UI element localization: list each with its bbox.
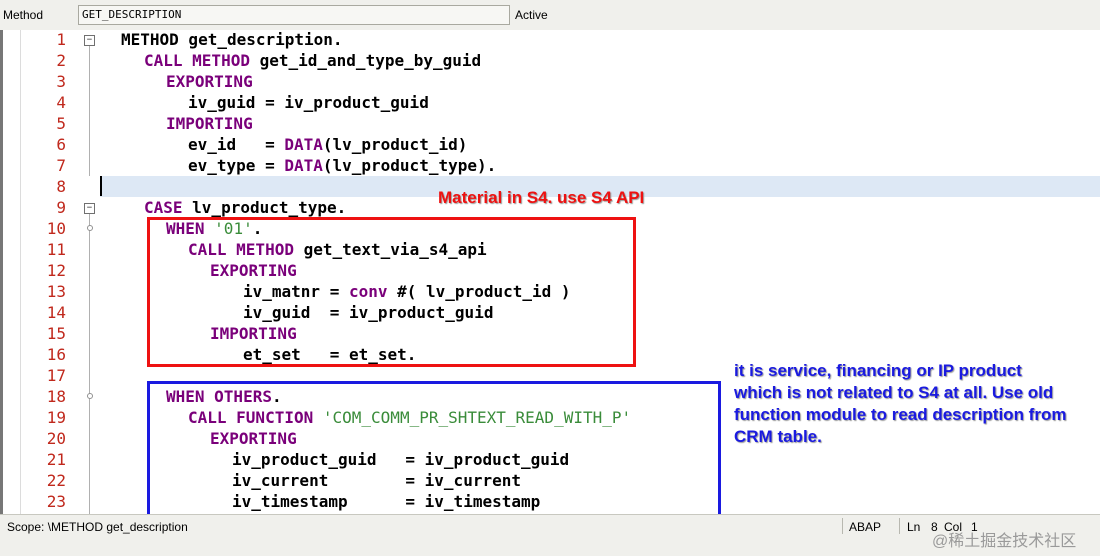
method-label: Method <box>3 8 44 22</box>
line-number: 14 <box>46 303 66 322</box>
code-line-1: METHOD get_description. <box>121 29 343 50</box>
annotation-red-note: Material in S4. use S4 API <box>438 188 645 207</box>
activation-status: Active <box>515 8 548 22</box>
annotation-blue-note: it is service, financing or IP product w… <box>734 361 1067 446</box>
method-header-bar: Method GET_DESCRIPTION Active <box>0 0 1100 31</box>
keyword: IMPORTING <box>166 114 253 133</box>
fold-guide <box>89 46 90 176</box>
code-text: ev_id = <box>188 135 285 154</box>
scope-indicator: Scope: \METHOD get_description <box>7 520 188 534</box>
text-cursor <box>100 176 102 196</box>
fold-guide <box>89 214 90 514</box>
line-number: 18 <box>46 387 66 406</box>
code-line-2: CALL METHOD get_id_and_type_by_guid <box>144 50 481 71</box>
line-number: 6 <box>56 135 66 154</box>
line-number: 22 <box>46 471 66 490</box>
code-text: (lv_product_type). <box>322 156 497 175</box>
line-number: 21 <box>46 450 66 469</box>
keyword: EXPORTING <box>166 72 253 91</box>
fold-branch-icon <box>87 225 93 231</box>
code-line-6: ev_id = DATA(lv_product_id) <box>188 134 467 155</box>
code-text: iv_guid = iv_product_guid <box>188 93 429 112</box>
watermark: @稀土掘金技术社区 <box>932 533 1077 550</box>
status-divider <box>899 518 900 534</box>
keyword: DATA <box>284 156 323 175</box>
code-text: (lv_product_id) <box>322 135 468 154</box>
line-number: 10 <box>46 219 66 238</box>
annotation-red-box <box>147 217 636 367</box>
code-text: ev_type = <box>188 156 285 175</box>
code-text: get_id_and_type_by_guid <box>249 51 482 70</box>
line-label: Ln <box>907 520 921 534</box>
line-number: 16 <box>46 345 66 364</box>
status-divider <box>842 518 843 534</box>
line-number: 11 <box>46 240 66 259</box>
line-number: 13 <box>46 282 66 301</box>
keyword: DATA <box>284 135 323 154</box>
keyword: CALL METHOD <box>144 51 250 70</box>
code-text: get_description. <box>178 30 343 49</box>
code-line-3: EXPORTING <box>166 71 253 92</box>
code-line-4: iv_guid = iv_product_guid <box>188 92 429 113</box>
line-number: 23 <box>46 492 66 511</box>
line-number: 1 <box>56 30 66 49</box>
code-text: lv_product_type. <box>182 198 347 217</box>
line-number: 5 <box>56 114 66 133</box>
keyword: CASE <box>144 198 183 217</box>
line-number: 17 <box>46 366 66 385</box>
code-line-9: CASE lv_product_type. <box>144 197 346 218</box>
line-number: 8 <box>56 177 66 196</box>
fold-branch-icon <box>87 393 93 399</box>
editor-gutter <box>3 30 21 514</box>
annotation-blue-box <box>147 381 721 531</box>
line-number: 3 <box>56 72 66 91</box>
code-line-7: ev_type = DATA(lv_product_type). <box>188 155 496 176</box>
language-indicator: ABAP <box>849 520 882 534</box>
line-number: 19 <box>46 408 66 427</box>
fold-collapse-icon[interactable]: − <box>84 35 95 46</box>
method-name-field[interactable]: GET_DESCRIPTION <box>78 5 510 25</box>
line-number: 9 <box>56 198 66 217</box>
line-number: 7 <box>56 156 66 175</box>
code-line-5: IMPORTING <box>166 113 253 134</box>
line-number: 4 <box>56 93 66 112</box>
line-number: 12 <box>46 261 66 280</box>
line-number: 20 <box>46 429 66 448</box>
keyword: METHOD <box>121 30 179 49</box>
line-number: 2 <box>56 51 66 70</box>
line-number: 15 <box>46 324 66 343</box>
fold-collapse-icon[interactable]: − <box>84 203 95 214</box>
